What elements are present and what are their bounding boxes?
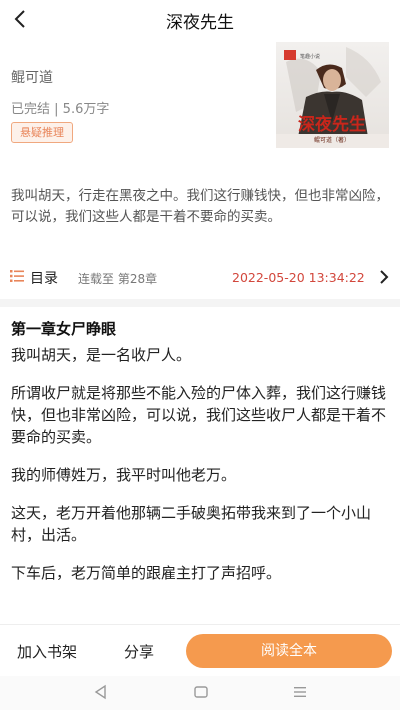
chapter-paragraph: 我的师傅姓万，我平时叫他老万。 — [11, 466, 237, 484]
book-intro: 我叫胡天，行走在黑夜之中。我们这行赚钱快，但也非常凶险，可以说，我们这些人都是干… — [11, 188, 389, 225]
serial-status: 连载至 第28章 — [78, 272, 158, 286]
chapter-paragraph: 这天，老万开着他那辆二手破奥拓带我来到了一个小山村，出活。 — [11, 504, 372, 544]
share-button[interactable]: 分享 — [124, 641, 154, 662]
section-divider — [0, 299, 400, 307]
author-name: 鲲可道 — [11, 70, 53, 86]
nav-home-icon[interactable] — [193, 684, 209, 700]
cover-subtitle: 鲲可道（著） — [314, 136, 350, 144]
catalog-label: 目录 — [30, 271, 58, 287]
chevron-right-icon — [380, 270, 389, 284]
page-title: 深夜先生 — [166, 13, 234, 33]
nav-menu-icon[interactable] — [292, 684, 308, 700]
update-time: 2022-05-20 13:34:22 — [232, 270, 365, 285]
cover-illustration: 笔趣小说 深夜先生 鲲可道（著） — [276, 42, 389, 148]
chapter-text: 我叫胡天，是一名收尸人。 所谓收尸就是将那些不能入殓的尸体入葬，我们这行赚钱快，… — [11, 344, 393, 600]
cover-title: 深夜先生 — [298, 114, 366, 135]
bottom-action-bar: 加入书架 分享 阅读全本 — [0, 624, 400, 676]
book-meta: 已完结 | 5.6万字 — [11, 98, 109, 117]
book-cover[interactable]: 笔趣小说 深夜先生 鲲可道（著） — [276, 42, 389, 148]
catalog-row[interactable]: 目录 连载至 第28章 2022-05-20 13:34:22 — [0, 262, 400, 292]
read-all-button[interactable]: 阅读全本 — [186, 634, 392, 668]
system-nav-bar — [0, 676, 400, 710]
chapter-title: 第一章女尸睁眼 — [11, 320, 117, 338]
word-count: 5.6万字 — [62, 102, 110, 117]
top-bar: 深夜先生 — [0, 0, 400, 40]
chapter-paragraph: 所谓收尸就是将那些不能入殓的尸体入葬，我们这行赚钱快，但也非常凶险，可以说，我们… — [11, 384, 387, 446]
book-status: 已完结 — [11, 102, 51, 117]
chapter-paragraph: 下车后，老万简单的跟雇主打了声招呼。 — [11, 564, 282, 582]
meta-separator: | — [54, 102, 63, 117]
cover-badge: 笔趣小说 — [300, 53, 320, 60]
genre-tag[interactable]: 悬疑推理 — [11, 122, 73, 143]
add-to-shelf-button[interactable]: 加入书架 — [17, 641, 77, 662]
chapter-paragraph: 我叫胡天，是一名收尸人。 — [11, 346, 192, 364]
nav-back-icon[interactable] — [93, 684, 109, 700]
list-icon — [10, 270, 24, 282]
